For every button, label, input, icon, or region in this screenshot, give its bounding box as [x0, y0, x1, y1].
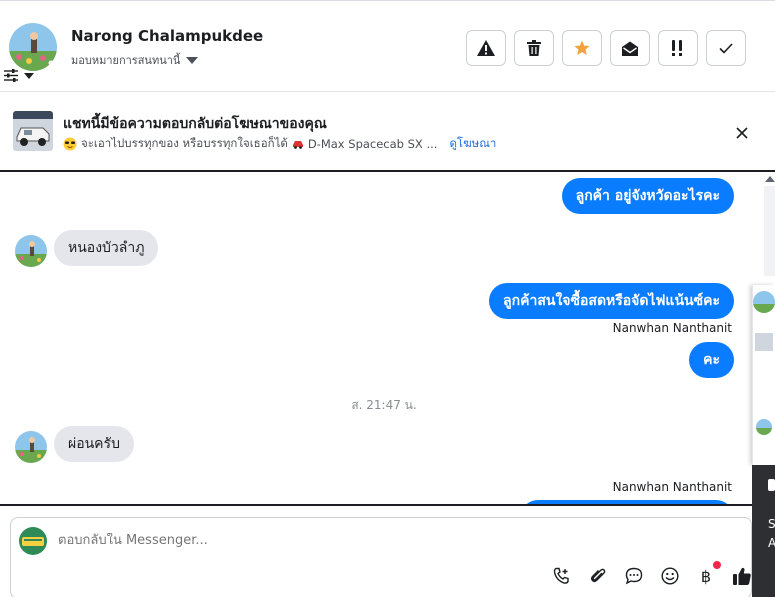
- notification-dot: [713, 561, 721, 569]
- ad-thumbnail[interactable]: [13, 111, 53, 151]
- sliders-icon: [4, 69, 18, 82]
- open-envelope-icon: [622, 41, 638, 56]
- ad-banner-subtitle: จะเอาไปบรรทุกของ หรือบรรทุกใจเธอก็ได้ D-…: [63, 135, 496, 153]
- call-icon: [553, 567, 569, 584]
- saved-replies-button[interactable]: [623, 565, 645, 587]
- side-panel-dark[interactable]: S A: [752, 465, 775, 597]
- peek-avatar: [753, 291, 775, 313]
- peek-ad-thumbnail: [755, 333, 773, 351]
- ad-banner-title: แชทนี้มีข้อความตอบกลับต่อโฆษณาของคุณ: [63, 116, 327, 132]
- follow-up-button[interactable]: [658, 30, 698, 66]
- sender-name: Nanwhan Nanthanit: [612, 480, 732, 494]
- car-emoji-icon: [292, 141, 303, 149]
- contact-avatar-small[interactable]: [15, 235, 47, 267]
- reply-composer: ฿: [10, 517, 752, 597]
- thread-divider: [0, 504, 752, 506]
- attach-button[interactable]: [587, 565, 609, 587]
- side-panel-preview[interactable]: [752, 285, 775, 465]
- page-avatar: [19, 527, 47, 555]
- view-ad-link[interactable]: ดูโฆษณา: [449, 135, 496, 153]
- mark-done-button[interactable]: [706, 30, 746, 66]
- reply-input[interactable]: [58, 533, 558, 548]
- message-bubble-outgoing[interactable]: คะ: [689, 342, 734, 378]
- sender-name: Nanwhan Nanthanit: [612, 321, 732, 335]
- like-button[interactable]: [731, 565, 753, 587]
- conversation-actions: [466, 30, 746, 66]
- scrollbar[interactable]: [764, 186, 775, 276]
- check-icon: [719, 42, 733, 54]
- message-bubble-incoming[interactable]: ผ่อนครับ: [54, 426, 134, 462]
- star-icon: [574, 40, 590, 55]
- ad-reply-banner: แชทนี้มีข้อความตอบกลับต่อโฆษณาของคุณ จะเ…: [0, 92, 775, 172]
- sunglasses-emoji-icon: [63, 137, 77, 151]
- message-bubble-outgoing[interactable]: ลูกค้า อยู่จังหวัดอะไรคะ: [561, 178, 734, 214]
- like-icon: [733, 567, 751, 585]
- emoji-button[interactable]: [659, 565, 681, 587]
- trash-icon: [527, 40, 541, 56]
- delete-button[interactable]: [514, 30, 554, 66]
- warning-icon: [477, 40, 495, 56]
- conversation-header: Narong Chalampukdee มอบหมายการสนทนานี้: [0, 0, 775, 92]
- chevron-down-icon: [186, 56, 199, 64]
- close-banner-button[interactable]: [731, 122, 753, 144]
- star-button[interactable]: [562, 30, 602, 66]
- filter-toggle[interactable]: [4, 69, 34, 82]
- peek-avatar-small: [756, 419, 772, 435]
- assign-label: มอบหมายการสนทนานี้: [71, 54, 181, 67]
- ad-car-text: D-Max Spacecab SX ...: [307, 137, 438, 151]
- scroll-up-arrow[interactable]: [765, 176, 775, 182]
- side-panel-text-a: A: [768, 536, 775, 550]
- contact-avatar-small[interactable]: [15, 431, 47, 463]
- message-timestamp: ส. 21:47 น.: [351, 398, 417, 412]
- payment-button[interactable]: ฿: [695, 561, 721, 587]
- report-spam-button[interactable]: [466, 30, 506, 66]
- contact-name[interactable]: Narong Chalampukdee: [71, 27, 263, 45]
- assign-conversation-dropdown[interactable]: มอบหมายการสนทนานี้: [71, 51, 199, 69]
- mark-unread-button[interactable]: [610, 30, 650, 66]
- contact-avatar[interactable]: [9, 23, 57, 71]
- close-icon: [736, 127, 748, 139]
- side-panel-text-s: S: [768, 517, 775, 531]
- calendar-icon: [768, 479, 775, 491]
- composer-toolbar: ฿: [551, 561, 753, 587]
- message-bubble-outgoing[interactable]: ลูกค้าสนใจซื้อสดหรือจัดไฟแน้นซ์คะ: [489, 283, 734, 319]
- message-bubble-incoming[interactable]: หนองบัวลำภู: [54, 230, 159, 266]
- follow-up-icon: [672, 40, 682, 56]
- ad-caption: จะเอาไปบรรทุกของ หรือบรรทุกใจเธอก็ได้: [81, 136, 288, 150]
- emoji-icon: [661, 567, 679, 585]
- chat-bubble-icon: [625, 567, 643, 585]
- attach-icon: [590, 568, 606, 583]
- baht-icon: ฿: [700, 566, 712, 586]
- call-button[interactable]: [551, 565, 573, 587]
- chevron-down-icon: [24, 72, 34, 79]
- message-thread[interactable]: ลูกค้า อยู่จังหวัดอะไรคะ หนองบัวลำภู ลูก…: [0, 172, 752, 504]
